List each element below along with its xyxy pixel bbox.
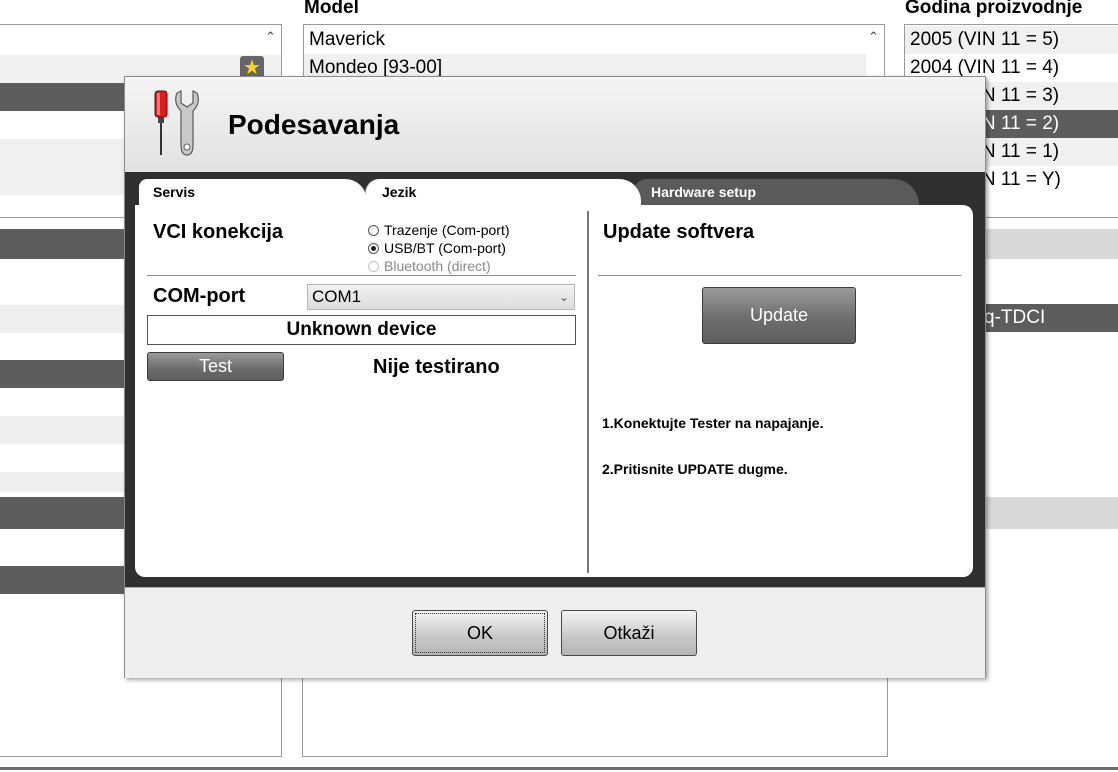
chevron-up-icon[interactable]: ⌃ bbox=[868, 29, 879, 45]
tab-servis[interactable]: Servis bbox=[139, 179, 367, 205]
list-item bbox=[0, 472, 125, 492]
radio-label: USB/BT (Com-port) bbox=[384, 240, 506, 256]
chevron-up-icon[interactable]: ⌃ bbox=[265, 29, 276, 45]
section-bar bbox=[984, 229, 1118, 259]
list-item bbox=[0, 360, 125, 388]
bottom-model-list[interactable] bbox=[302, 676, 888, 757]
section-bar bbox=[0, 229, 125, 259]
section-bar bbox=[984, 497, 1118, 529]
dialog-footer: OK Otkaži bbox=[125, 587, 985, 678]
list-item bbox=[0, 416, 125, 444]
list-item[interactable]: 2005 (VIN 11 = 5) bbox=[905, 26, 1118, 54]
tab-jezik[interactable]: Jezik bbox=[365, 179, 641, 205]
radio-button[interactable] bbox=[368, 243, 379, 254]
instruction-step-1: 1.Konektujte Tester na napajanje. bbox=[602, 415, 824, 431]
test-status: Nije testirano bbox=[373, 356, 500, 378]
dialog-header: Podesavanja bbox=[125, 77, 985, 173]
update-button[interactable]: Update bbox=[702, 287, 856, 344]
radio-trazenje[interactable]: Trazenje (Com-port) bbox=[368, 221, 510, 239]
chevron-down-icon: ⌄ bbox=[558, 290, 569, 304]
model-header: Model bbox=[304, 0, 359, 18]
engine-row[interactable]: q-TDCI bbox=[984, 304, 1118, 332]
divider bbox=[598, 275, 961, 276]
device-name: Unknown device bbox=[147, 315, 576, 345]
radio-label: Trazenje (Com-port) bbox=[384, 222, 510, 238]
panel-divider bbox=[587, 211, 589, 573]
section-bar bbox=[0, 497, 125, 529]
com-port-select[interactable]: COM1 ⌄ bbox=[307, 284, 575, 310]
dialog-title: Podesavanja bbox=[228, 109, 400, 140]
engine-label: q-TDCI bbox=[984, 307, 1046, 328]
radio-button[interactable] bbox=[368, 225, 379, 236]
vci-connection-label: VCI konekcija bbox=[153, 221, 284, 243]
instruction-step-2: 2.Pritisnite UPDATE dugme. bbox=[602, 461, 788, 477]
ok-button[interactable]: OK bbox=[412, 610, 548, 656]
settings-dialog: Podesavanja Hardware setup Jezik Servis … bbox=[124, 76, 986, 678]
list-item[interactable]: Maverick bbox=[304, 26, 866, 54]
tab-hardware-setup[interactable]: Hardware setup bbox=[633, 179, 919, 205]
divider bbox=[147, 275, 576, 276]
list-item bbox=[0, 566, 125, 594]
bottom-rule bbox=[0, 767, 1118, 770]
radio-label: Bluetooth (direct) bbox=[384, 258, 491, 274]
radio-button bbox=[368, 261, 379, 272]
screwdriver-wrench-icon bbox=[154, 90, 199, 156]
com-port-value: COM1 bbox=[312, 287, 362, 306]
update-title: Update softvera bbox=[603, 221, 755, 243]
radio-usb-bt[interactable]: USB/BT (Com-port) bbox=[368, 239, 506, 257]
cancel-button[interactable]: Otkaži bbox=[561, 610, 697, 656]
radio-bluetooth: Bluetooth (direct) bbox=[368, 257, 491, 275]
com-port-label: COM-port bbox=[153, 285, 246, 307]
bottom-left-list[interactable] bbox=[0, 676, 282, 757]
year-header: Godina proizvodnje bbox=[905, 0, 1083, 18]
test-button[interactable]: Test bbox=[147, 352, 284, 381]
list-item bbox=[0, 305, 125, 333]
tab-panel-servis: VCI konekcija Trazenje (Com-port) USB/BT… bbox=[135, 205, 973, 577]
